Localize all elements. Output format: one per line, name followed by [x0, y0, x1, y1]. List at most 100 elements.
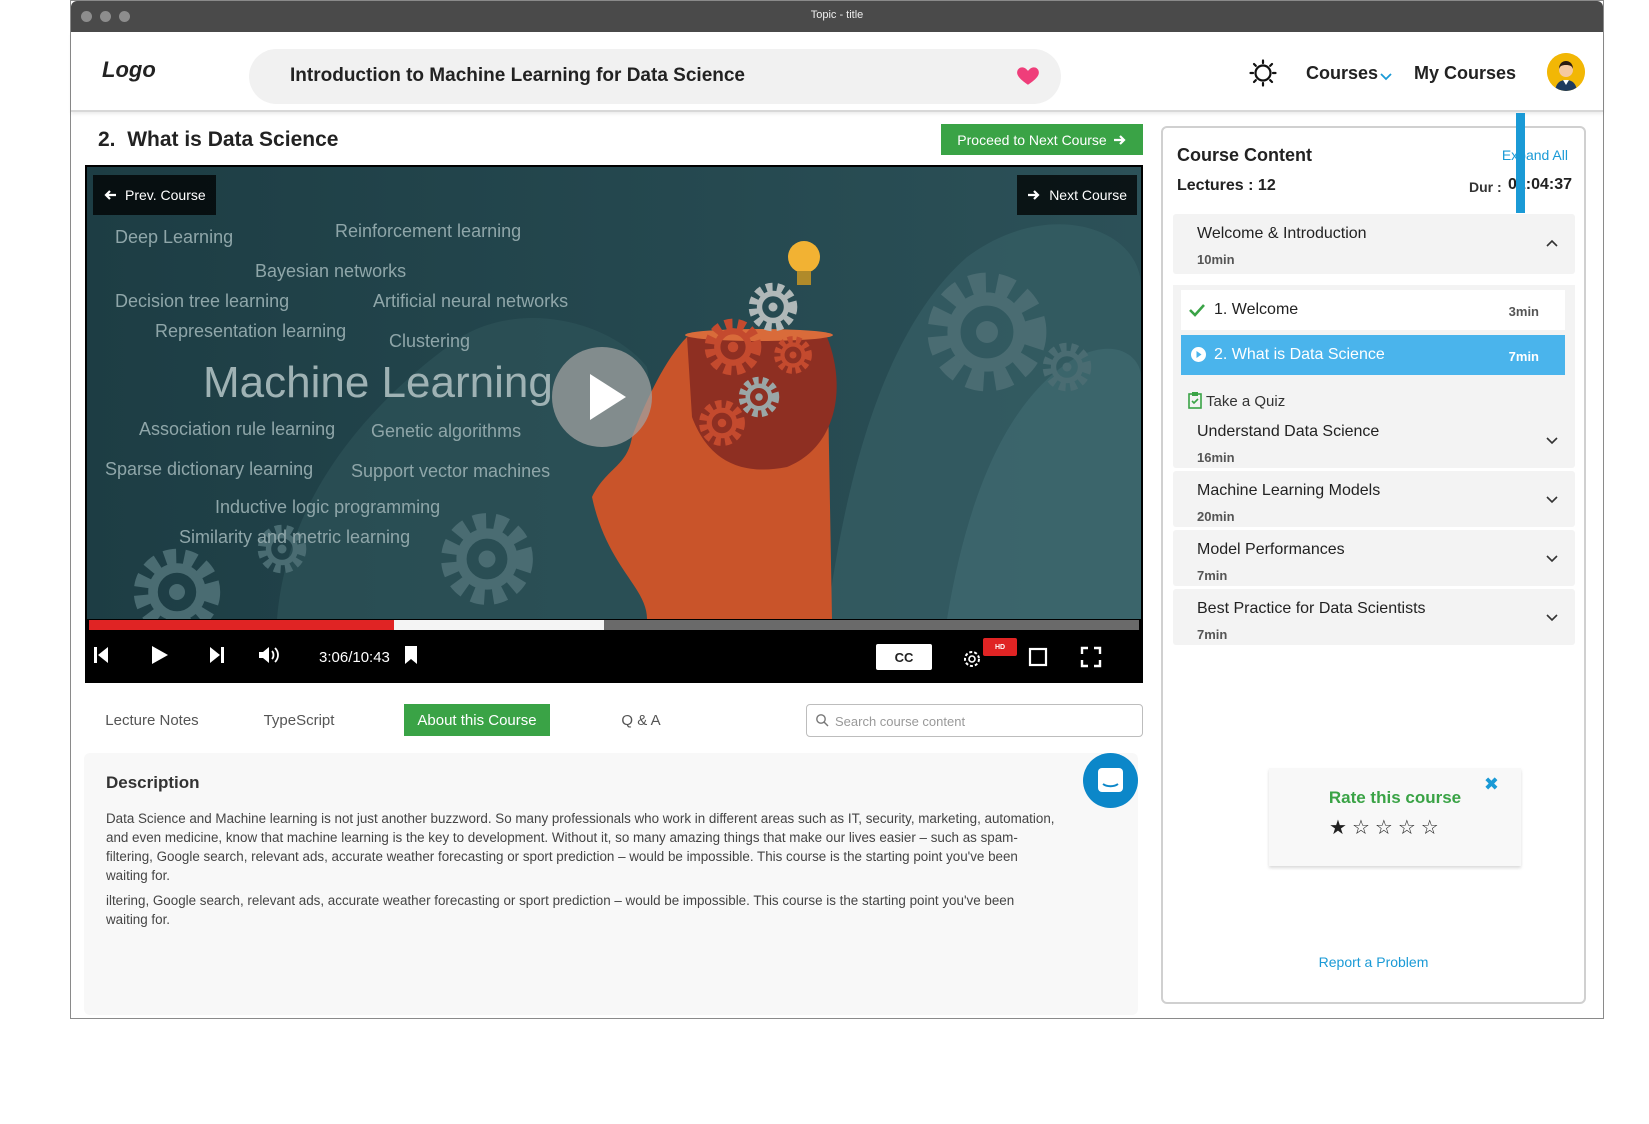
description-paragraph-2: iltering, Google search, relevant ads, a… [106, 893, 1015, 927]
star-empty-icon[interactable]: ☆ [1375, 818, 1393, 838]
logo[interactable]: Logo [102, 57, 156, 83]
title-bar: Topic - title [71, 1, 1603, 32]
video-art-word: Support vector machines [351, 461, 550, 481]
checkmark-icon [1189, 304, 1205, 317]
scrollbar[interactable] [1516, 113, 1525, 213]
section-title: Understand Data Science [1197, 423, 1380, 440]
avatar[interactable] [1547, 53, 1585, 91]
video-art-word: Clustering [389, 331, 470, 351]
skip-back-icon[interactable] [93, 644, 109, 666]
fullscreen-icon[interactable] [1080, 646, 1102, 668]
section-welcome[interactable]: Welcome & Introduction 10min [1173, 214, 1575, 274]
video-progress-bar[interactable] [89, 620, 1139, 630]
video-controls: 3:06/10:43 CC HD [87, 630, 1141, 681]
nav-my-courses[interactable]: My Courses [1414, 63, 1516, 84]
video-art-word: Similarity and metric learning [179, 527, 410, 547]
played-bar [89, 620, 394, 630]
captions-button[interactable]: CC [876, 644, 932, 670]
section-ml-models[interactable]: Machine Learning Models 20min [1173, 471, 1575, 527]
play-icon [590, 374, 626, 420]
description-paragraph: Data Science and Machine learning is not… [106, 811, 1055, 883]
section-duration: 20min [1197, 509, 1235, 524]
video-art-word: Machine Learning [203, 358, 553, 407]
section-duration: 7min [1197, 627, 1228, 642]
star-empty-icon[interactable]: ☆ [1352, 818, 1370, 838]
lecture-item-welcome[interactable]: 1. Welcome 3min [1181, 290, 1565, 330]
lecture-title-text: What is Data Science [127, 128, 339, 151]
lecture-count: Lectures : 12 [1177, 177, 1276, 194]
lecture-title: 2. What is Data Science [98, 128, 338, 152]
panel-title: Course Content [1177, 145, 1312, 165]
description-panel: Description Data Science and Machine lea… [84, 753, 1138, 1015]
lecture-item-what-is-data-science[interactable]: 2. What is Data Science 7min [1181, 335, 1565, 375]
tab-typescript[interactable]: TypeScript [249, 704, 349, 736]
tab-qa[interactable]: Q & A [601, 704, 681, 736]
arrow-right-icon [1028, 190, 1040, 200]
search-input[interactable] [833, 710, 1133, 732]
chevron-down-icon[interactable] [1545, 495, 1559, 505]
video-art-word: Association rule learning [139, 419, 335, 439]
description-heading: Description [106, 773, 200, 792]
next-course-label: Next Course [1049, 187, 1127, 203]
chat-icon [1098, 768, 1123, 792]
prev-course-button[interactable]: Prev. Course [93, 175, 216, 215]
chevron-up-icon[interactable] [1545, 238, 1559, 248]
video-art-word: Sparse dictionary learning [105, 459, 313, 479]
search-course-content[interactable] [806, 704, 1143, 737]
star-empty-icon[interactable]: ☆ [1398, 818, 1416, 838]
section-title: Machine Learning Models [1197, 482, 1381, 499]
section-model-performances[interactable]: Model Performances 7min [1173, 530, 1575, 586]
theater-mode-icon[interactable] [1028, 647, 1048, 667]
window-title: Topic - title [810, 9, 864, 21]
chat-button[interactable] [1083, 753, 1138, 808]
lecture-item-duration: 7min [1508, 349, 1539, 364]
play-button-icon[interactable] [150, 644, 170, 666]
chevron-down-icon[interactable] [1380, 71, 1392, 81]
section-duration: 10min [1197, 252, 1235, 267]
chevron-down-icon[interactable] [1545, 436, 1559, 446]
section-understand[interactable]: Understand Data Science 16min [1173, 412, 1575, 468]
video-art-word: Inductive logic programming [215, 497, 440, 517]
app-window: Topic - title Logo Introduction to Machi… [70, 0, 1604, 1019]
video-art-word: Representation learning [155, 321, 346, 341]
tab-about-course[interactable]: About this Course [404, 704, 550, 736]
star-rating[interactable]: ★ ☆ ☆ ☆ ☆ [1329, 818, 1439, 838]
expand-all-link[interactable]: Expand All [1502, 147, 1568, 163]
section-duration: 7min [1197, 568, 1228, 583]
prev-course-label: Prev. Course [125, 187, 206, 203]
video-time: 3:06/10:43 [319, 649, 390, 666]
settings-gear-icon[interactable] [961, 648, 983, 670]
star-filled-icon[interactable]: ★ [1329, 818, 1347, 838]
take-quiz-link[interactable]: Take a Quiz [1206, 393, 1285, 410]
lecture-number: 2. [98, 128, 116, 151]
chevron-down-icon[interactable] [1545, 613, 1559, 623]
nav-courses[interactable]: Courses [1306, 63, 1378, 84]
course-title: Introduction to Machine Learning for Dat… [290, 65, 745, 86]
tab-lecture-notes[interactable]: Lecture Notes [97, 704, 207, 736]
close-icon[interactable]: ✖ [1484, 774, 1499, 795]
section-duration: 16min [1197, 450, 1235, 465]
volume-icon[interactable] [257, 644, 281, 666]
play-overlay-button[interactable] [552, 347, 652, 447]
video-art-word: Bayesian networks [255, 261, 406, 281]
chevron-down-icon[interactable] [1545, 554, 1559, 564]
theme-toggle-icon[interactable] [1249, 59, 1277, 87]
report-problem-link[interactable]: Report a Problem [1163, 954, 1584, 970]
video-art-word: Deep Learning [115, 227, 233, 247]
star-empty-icon[interactable]: ☆ [1421, 818, 1439, 838]
next-course-button[interactable]: Next Course [1017, 175, 1137, 215]
lecture-item-title: 1. Welcome [1214, 301, 1299, 318]
proceed-next-course-button[interactable]: Proceed to Next Course [941, 124, 1143, 155]
video-art-word: Decision tree learning [115, 291, 289, 311]
play-circle-icon [1191, 347, 1206, 362]
lecture-item-title: 2. What is Data Science [1214, 346, 1385, 363]
user-avatar-icon [1547, 53, 1585, 91]
video-player[interactable]: Deep Learning Reinforcement learning Bayes… [85, 165, 1143, 683]
skip-forward-icon[interactable] [209, 644, 225, 666]
quiz-clipboard-icon [1188, 392, 1202, 409]
heart-icon[interactable] [1015, 62, 1041, 88]
arrow-left-icon [104, 190, 116, 200]
bookmark-icon[interactable] [403, 644, 419, 666]
rate-course-card: Rate this course ✖ ★ ☆ ☆ ☆ ☆ [1269, 768, 1521, 866]
section-best-practice[interactable]: Best Practice for Data Scientists 7min [1173, 589, 1575, 645]
